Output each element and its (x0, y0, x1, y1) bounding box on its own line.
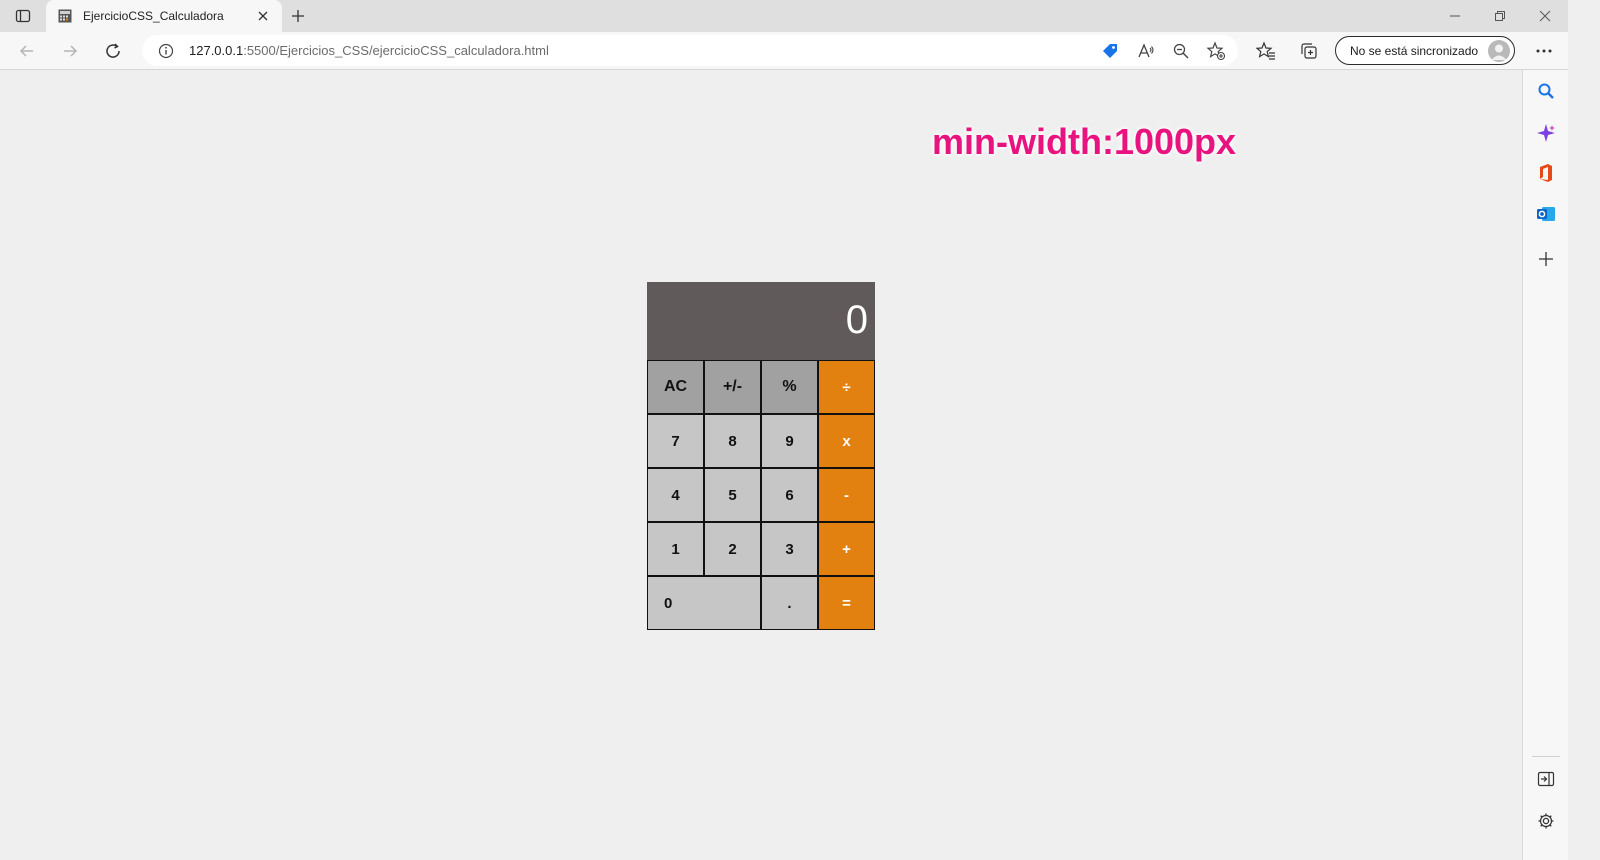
settings-icon[interactable] (1534, 809, 1558, 833)
address-bar[interactable]: 127.0.0.1:5500/Ejercicios_CSS/ejercicioC… (142, 35, 1238, 66)
new-tab-icon[interactable] (288, 6, 308, 26)
restore-icon[interactable] (1489, 6, 1511, 26)
hide-sidebar-icon[interactable] (1534, 767, 1558, 791)
key-clear[interactable]: AC (647, 360, 704, 414)
key-1[interactable]: 1 (647, 522, 704, 576)
collections-icon[interactable] (1297, 39, 1321, 63)
key-0[interactable]: 0 (647, 576, 761, 630)
key-2[interactable]: 2 (704, 522, 761, 576)
calculator: 0 AC +/- % ÷ 7 8 9 x 4 5 6 - 1 2 3 + 0 .… (647, 282, 875, 630)
office-icon[interactable] (1534, 161, 1558, 185)
display-value: 0 (845, 298, 868, 342)
site-info-icon[interactable] (157, 42, 175, 60)
browser-tab[interactable]: EjercicioCSS_Calculadora (46, 0, 282, 33)
minimize-icon[interactable] (1444, 6, 1466, 26)
media-query-label: min-width:1000px (932, 121, 1237, 162)
key-equals[interactable]: = (818, 576, 875, 630)
key-6[interactable]: 6 (761, 468, 818, 522)
key-8[interactable]: 8 (704, 414, 761, 468)
url-path: :5500/Ejercicios_CSS/ejercicioCSS_calcul… (243, 43, 549, 58)
tab-title: EjercicioCSS_Calculadora (83, 9, 224, 23)
key-percent[interactable]: % (761, 360, 818, 414)
tab-strip: EjercicioCSS_Calculadora (0, 0, 1600, 33)
key-9[interactable]: 9 (761, 414, 818, 468)
key-multiply[interactable]: x (818, 414, 875, 468)
sync-status-label: No se está sincronizado (1350, 44, 1479, 58)
key-add[interactable]: + (818, 522, 875, 576)
close-window-icon[interactable] (1534, 6, 1556, 26)
calculator-keypad: AC +/- % ÷ 7 8 9 x 4 5 6 - 1 2 3 + 0 . = (647, 360, 875, 630)
search-icon[interactable] (1534, 79, 1558, 103)
sidebar-divider (1532, 756, 1560, 757)
profile-avatar-icon (1488, 40, 1510, 62)
key-decimal[interactable]: . (761, 576, 818, 630)
key-divide[interactable]: ÷ (818, 360, 875, 414)
browser-toolbar: 127.0.0.1:5500/Ejercicios_CSS/ejercicioC… (0, 32, 1600, 70)
sync-status-button[interactable]: No se está sincronizado (1335, 36, 1515, 65)
calculator-favicon-icon (58, 9, 72, 23)
favorites-icon[interactable] (1254, 39, 1278, 63)
calculator-display: 0 (647, 282, 875, 360)
url-host: 127.0.0.1 (189, 43, 244, 58)
read-aloud-icon[interactable] (1136, 41, 1156, 61)
tab-actions-icon[interactable] (12, 6, 34, 26)
browser-sidebar (1522, 70, 1568, 860)
refresh-icon[interactable] (101, 39, 125, 63)
shopping-tag-icon[interactable] (1100, 41, 1120, 61)
back-icon[interactable] (15, 39, 39, 63)
key-3[interactable]: 3 (761, 522, 818, 576)
key-subtract[interactable]: - (818, 468, 875, 522)
outlook-icon[interactable] (1534, 202, 1558, 226)
zoom-out-icon[interactable] (1171, 41, 1191, 61)
key-5[interactable]: 5 (704, 468, 761, 522)
more-icon[interactable] (1530, 39, 1558, 63)
copilot-icon[interactable] (1534, 121, 1558, 145)
add-icon[interactable] (1534, 247, 1558, 271)
tab-close-icon[interactable] (254, 7, 272, 25)
key-4[interactable]: 4 (647, 468, 704, 522)
forward-icon[interactable] (58, 39, 82, 63)
key-toggle-sign[interactable]: +/- (704, 360, 761, 414)
window-edge (1568, 0, 1600, 860)
add-favorite-icon[interactable] (1206, 41, 1226, 61)
key-7[interactable]: 7 (647, 414, 704, 468)
url-text[interactable]: 127.0.0.1:5500/Ejercicios_CSS/ejercicioC… (189, 43, 549, 58)
